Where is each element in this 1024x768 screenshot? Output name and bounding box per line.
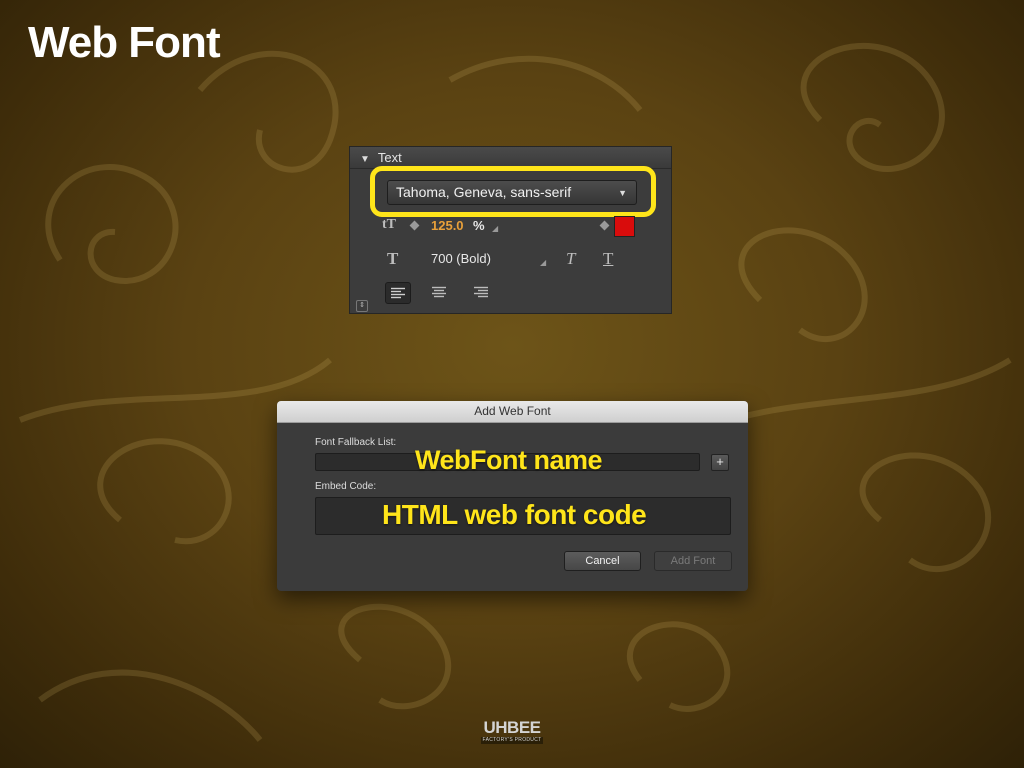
- highlight-box: [370, 166, 656, 217]
- align-right-icon: [474, 286, 488, 298]
- add-fallback-button[interactable]: +: [711, 454, 729, 471]
- align-left-button[interactable]: [385, 282, 411, 304]
- add-web-font-dialog: Add Web Font Font Fallback List: WebFont…: [277, 401, 748, 591]
- font-size-icon: tT: [382, 217, 396, 232]
- logo-tagline: FACTORY'S PRODUCT: [481, 737, 543, 744]
- font-weight-value[interactable]: 700 (Bold): [431, 251, 491, 266]
- font-size-value[interactable]: 125.0: [431, 218, 464, 233]
- panel-stepper-icon[interactable]: ⇕: [356, 300, 368, 312]
- underline-icon[interactable]: T: [603, 249, 613, 269]
- font-size-unit[interactable]: %: [473, 218, 485, 233]
- align-center-button[interactable]: [427, 282, 453, 304]
- bold-text-icon: T: [387, 249, 399, 268]
- weight-dropdown-tick-icon[interactable]: ◢: [540, 258, 546, 267]
- embed-code-label: Embed Code:: [315, 481, 377, 492]
- swirl-background: [18, 42, 1012, 742]
- panel-header-label: Text: [377, 150, 402, 165]
- align-right-button[interactable]: [469, 282, 495, 304]
- logo-name: UHBEE: [483, 718, 541, 737]
- text-color-swatch[interactable]: [614, 216, 635, 237]
- webfont-name-annotation: WebFont name: [415, 445, 603, 475]
- uhbee-logo: UHBEE FACTORY'S PRODUCT: [481, 719, 543, 744]
- fallback-label: Font Fallback List:: [315, 437, 397, 448]
- slide-title: Web Font: [28, 18, 221, 67]
- dropdown-tick-icon[interactable]: ◢: [492, 224, 498, 233]
- cancel-button[interactable]: Cancel: [564, 551, 641, 571]
- embed-code-annotation: HTML web font code: [382, 499, 647, 530]
- align-left-icon: [391, 287, 405, 299]
- align-center-icon: [432, 286, 446, 298]
- italic-icon[interactable]: T: [566, 249, 575, 269]
- dialog-title: Add Web Font: [277, 401, 748, 423]
- disclosure-triangle-icon[interactable]: ▼: [360, 149, 370, 170]
- add-font-button[interactable]: Add Font: [654, 551, 732, 571]
